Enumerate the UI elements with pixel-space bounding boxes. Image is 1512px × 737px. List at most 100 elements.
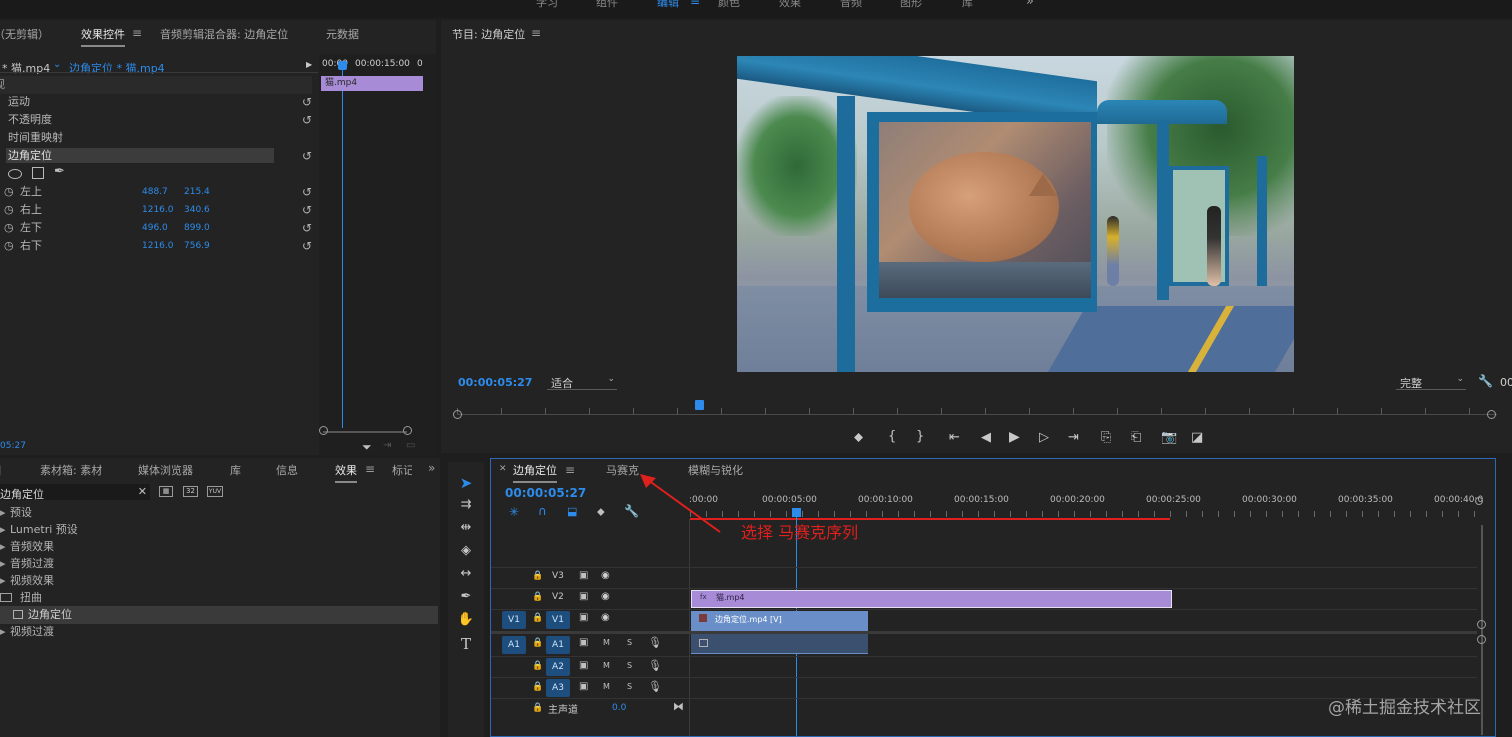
clip-icon[interactable]: ▭ — [406, 440, 415, 451]
clip-cat-v2[interactable]: fx 猫.mp4 — [691, 590, 1172, 608]
sequence-dropdown-chevron-icon[interactable]: ⌄ — [53, 59, 61, 70]
pen-tool-icon[interactable]: ✒ — [457, 589, 475, 607]
zoom-select[interactable]: 适合 ⌄ — [547, 374, 617, 390]
film-icon[interactable]: ▣ — [579, 612, 588, 623]
linked-selection-icon[interactable]: ∩ — [538, 504, 547, 518]
param-y-value[interactable]: 215.4 — [184, 183, 210, 201]
accelerated-effects-icon[interactable]: ▦ — [159, 486, 173, 497]
lock-icon[interactable]: 🔒 — [532, 682, 543, 692]
lock-icon[interactable]: 🔒 — [532, 571, 543, 581]
mute-button[interactable]: M — [603, 682, 610, 691]
play-triangle-icon[interactable]: ▶ — [306, 60, 312, 69]
tree-item-video-transitions[interactable]: ▸ 视频过渡 — [0, 623, 440, 641]
tree-item-audio-transitions[interactable]: ▸ 音频过渡 — [0, 555, 440, 573]
eye-icon[interactable]: ◉ — [601, 612, 610, 623]
ripple-edit-tool-icon[interactable]: ⇹ — [457, 520, 475, 538]
source-patch-v1[interactable]: V1 — [502, 611, 526, 629]
stopwatch-icon[interactable]: ◷ — [4, 237, 14, 255]
reset-icon[interactable]: ↺ — [302, 237, 312, 255]
eye-icon[interactable]: ◉ — [601, 570, 610, 581]
mini-scroll-handle-left[interactable] — [319, 426, 328, 435]
film-icon[interactable]: ▣ — [579, 637, 588, 648]
mute-button[interactable]: M — [603, 661, 610, 670]
stopwatch-icon[interactable]: ◷ — [4, 219, 14, 237]
param-x-value[interactable]: 488.7 — [142, 183, 168, 201]
nav-item-graphics[interactable]: 图形 — [900, 0, 922, 10]
pen-mask-icon[interactable]: ✒ — [54, 164, 65, 179]
camera-icon[interactable]: 📷 — [1161, 430, 1177, 445]
go-to-out-icon[interactable]: ⇥ — [1068, 430, 1079, 445]
tab-no-clip[interactable]: （无剪辑） — [0, 26, 49, 42]
program-timecode[interactable]: 00:00:05:27 — [458, 376, 532, 389]
32bit-effects-icon[interactable]: 32 — [183, 486, 198, 497]
nav-item-effects[interactable]: 效果 — [779, 0, 801, 10]
tab-effect-controls[interactable]: 效果控件 — [81, 26, 125, 47]
selection-tool-icon[interactable]: ➤ — [457, 474, 475, 492]
solo-button[interactable]: S — [627, 638, 632, 647]
scrub-playhead[interactable] — [695, 400, 705, 410]
hand-tool-icon[interactable]: ✋ — [457, 612, 475, 630]
nav-item-library[interactable]: 库 — [962, 0, 973, 10]
track-label-v3[interactable]: V3 — [552, 571, 564, 581]
film-icon[interactable]: ▣ — [579, 570, 588, 581]
wrench-icon[interactable]: 🔧 — [1478, 374, 1493, 388]
clear-search-icon[interactable]: ✕ — [138, 485, 147, 498]
nav-item-assembly[interactable]: 组件 — [596, 0, 618, 10]
tree-item-corner-pin[interactable]: 边角定位 — [0, 606, 438, 624]
param-x-value[interactable]: 1216.0 — [142, 201, 174, 219]
add-marker-icon[interactable]: ⬥ — [854, 430, 863, 445]
mini-clip-bar[interactable]: 猫.mp4 — [321, 76, 423, 91]
tab-libraries[interactable]: 库 — [230, 462, 241, 478]
reset-icon[interactable]: ↺ — [302, 93, 312, 111]
effects-menu-icon[interactable]: ≡ — [365, 462, 375, 476]
track-label-a3[interactable]: A3 — [546, 679, 570, 697]
tree-item-video-effects[interactable]: ▸ 视频效果 — [0, 572, 440, 590]
tree-item-distort[interactable]: 扭曲 — [0, 589, 440, 607]
reset-icon[interactable]: ↺ — [302, 201, 312, 219]
tab-markers[interactable]: 标记 — [392, 462, 412, 478]
param-y-value[interactable]: 756.9 — [184, 237, 210, 255]
ruler-end-handle[interactable] — [1475, 497, 1483, 505]
tab-metadata[interactable]: 元数据 — [326, 26, 359, 42]
effect-row-motion[interactable]: 运动 ↺ — [0, 93, 318, 111]
go-to-end-icon[interactable]: ⧓ — [673, 700, 684, 713]
snap-icon[interactable]: ✳ — [509, 505, 519, 519]
video-frame[interactable] — [737, 56, 1294, 372]
time-ruler[interactable]: :00:00 00:00:05:00 00:00:10:00 00:00:15:… — [689, 495, 1483, 520]
nav-item-editing[interactable]: 编辑 — [657, 0, 679, 10]
master-volume-value[interactable]: 0.0 — [612, 703, 626, 713]
track-label-a1[interactable]: A1 — [546, 636, 570, 654]
clip-corner-pin-v1[interactable]: 边角定位.mp4 [V] — [691, 611, 868, 631]
play-icon[interactable]: ▶ — [1009, 429, 1020, 445]
track-label-v1[interactable]: V1 — [546, 611, 570, 629]
effects-search-field[interactable]: 边角定位 ✕ — [0, 484, 150, 501]
lift-icon[interactable]: ⎘ — [1101, 430, 1111, 445]
effect-row-opacity[interactable]: 不透明度 ↺ — [0, 111, 318, 129]
extract-icon[interactable]: ⎗ — [1131, 430, 1141, 445]
lock-icon[interactable]: 🔒 — [532, 661, 543, 671]
effect-controls-timecode[interactable]: 05:27 — [0, 441, 26, 451]
scrub-bar[interactable] — [453, 400, 1497, 420]
tree-item-presets[interactable]: ▸ 预设 — [0, 504, 440, 522]
film-icon[interactable]: ▣ — [579, 660, 588, 671]
microphone-icon[interactable]: 🎙 — [648, 636, 662, 649]
nav-menu-icon[interactable]: ≡ — [690, 0, 700, 8]
type-tool-icon[interactable]: T — [457, 635, 475, 653]
step-back-icon[interactable]: ◀ — [981, 430, 991, 445]
solo-button[interactable]: S — [627, 682, 632, 691]
source-patch-a1[interactable]: A1 — [502, 636, 526, 654]
sequence-menu-icon[interactable]: ≡ — [565, 463, 575, 477]
insert-overwrite-icon[interactable]: ⬓ — [567, 505, 577, 518]
param-x-value[interactable]: 1216.0 — [142, 237, 174, 255]
go-to-in-icon[interactable]: ⇤ — [949, 430, 960, 445]
tab-info[interactable]: 信息 — [276, 462, 298, 478]
yuv-effects-icon[interactable]: YUV — [207, 486, 223, 497]
step-forward-icon[interactable]: ▷ — [1039, 430, 1049, 445]
lock-icon[interactable]: 🔒 — [532, 703, 543, 713]
program-monitor-title[interactable]: 节目: 边角定位 — [452, 26, 525, 42]
mini-scroll-track[interactable] — [323, 431, 407, 433]
tab-audio-clip-mixer[interactable]: 音频剪辑混合器: 边角定位 — [160, 26, 288, 42]
razor-tool-icon[interactable]: ◈ — [457, 543, 475, 561]
tab-media-browser[interactable]: 媒体浏览器 — [138, 462, 193, 478]
tree-item-lumetri-presets[interactable]: ▸ Lumetri 预设 — [0, 521, 440, 539]
